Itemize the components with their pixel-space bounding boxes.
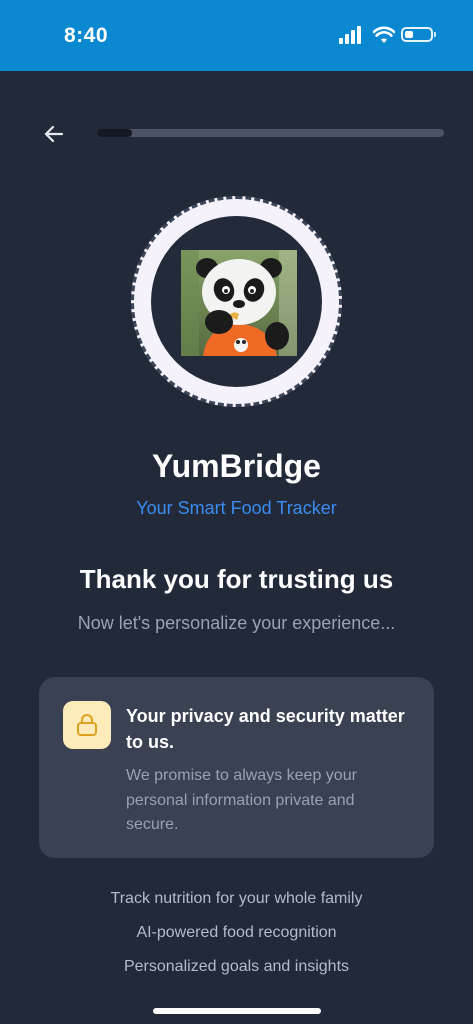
status-bar: 8:40 [0, 0, 473, 71]
avatar-circle [151, 216, 322, 387]
privacy-body: We promise to always keep your personal … [126, 767, 357, 833]
lock-icon [77, 714, 97, 736]
page-subtitle: Now let's personalize your experience... [77, 613, 396, 633]
wifi-icon [373, 26, 395, 43]
feature-item: Personalized goals and insights [123, 958, 350, 975]
feature-item: AI-powered food recognition [136, 924, 337, 941]
onboarding-progress-bar [97, 129, 444, 137]
cellular-signal-icon [339, 26, 363, 44]
lock-badge [63, 701, 111, 749]
feature-item: Track nutrition for your whole family [110, 890, 363, 907]
battery-level-fill [405, 31, 413, 38]
battery-icon [401, 27, 436, 42]
back-button[interactable] [38, 118, 70, 150]
app-tagline: Your Smart Food Tracker [136, 498, 337, 518]
home-indicator[interactable] [153, 1008, 321, 1014]
privacy-title: Your privacy and security matter to us. [126, 706, 405, 752]
app-name: YumBridge [152, 448, 321, 484]
arrow-left-icon [44, 125, 64, 143]
progress-fill [97, 129, 132, 137]
page-title: Thank you for trusting us [79, 564, 394, 594]
status-time: 8:40 [64, 24, 109, 47]
avatar-ring [131, 196, 342, 407]
panda-mascot-image [181, 250, 297, 356]
privacy-card: Your privacy and security matter to us. … [39, 677, 434, 858]
